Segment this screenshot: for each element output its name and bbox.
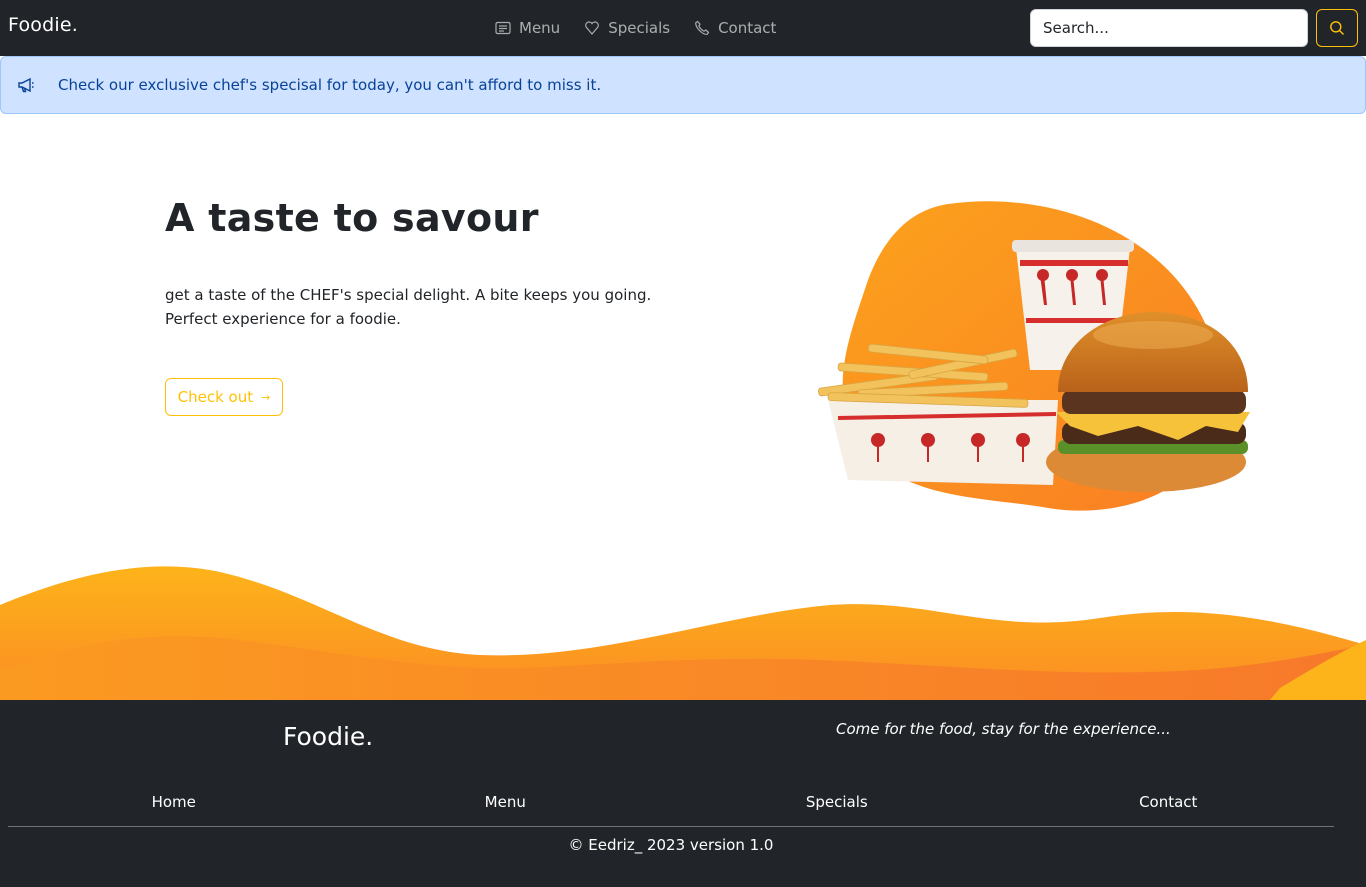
- phone-icon: [695, 20, 710, 35]
- search-icon: [1330, 21, 1344, 35]
- check-out-label: Check out: [177, 388, 254, 406]
- footer-nav: Home Menu Specials Contact: [8, 790, 1334, 827]
- nav-link-specials[interactable]: Specials: [584, 19, 670, 37]
- burger-fries-drink-image: [818, 201, 1250, 511]
- copyright-text: © Eedriz_ 2023 version 1.0: [568, 836, 774, 854]
- decorative-wave: [0, 566, 1366, 700]
- check-out-button[interactable]: Check out →: [165, 378, 283, 416]
- footer-link-specials[interactable]: Specials: [671, 790, 1003, 826]
- hero-description: get a taste of the CHEF's special deligh…: [165, 286, 652, 328]
- footer-link-home[interactable]: Home: [8, 790, 340, 826]
- nav-links: Menu Specials Contact: [495, 0, 800, 56]
- nav-link-menu[interactable]: Menu: [495, 19, 560, 37]
- search-button[interactable]: [1316, 9, 1358, 47]
- search-input[interactable]: [1030, 9, 1308, 47]
- heart-icon: [585, 21, 600, 35]
- arrow-right-icon: →: [261, 390, 271, 404]
- footer-link-menu[interactable]: Menu: [340, 790, 672, 826]
- site-footer: Foodie. Come for the food, stay for the …: [0, 700, 1366, 887]
- footer-brand[interactable]: Foodie.: [283, 722, 373, 751]
- hero-title: A taste to savour: [165, 196, 539, 240]
- nav-link-contact[interactable]: Contact: [694, 19, 776, 37]
- nav-link-menu-label: Menu: [519, 19, 561, 37]
- alert-text: Check our exclusive chef's specisal for …: [58, 76, 602, 94]
- nav-link-specials-label: Specials: [608, 19, 671, 37]
- megaphone-icon: [18, 77, 34, 93]
- menu-list-icon: [495, 21, 511, 35]
- announcement-alert: Check our exclusive chef's specisal for …: [0, 56, 1366, 114]
- footer-tagline: Come for the food, stay for the experien…: [836, 720, 1171, 738]
- footer-link-contact[interactable]: Contact: [1003, 790, 1335, 826]
- brand-logo[interactable]: Foodie.: [8, 14, 78, 36]
- top-navbar: Foodie. Menu Specials Contact: [0, 0, 1366, 56]
- nav-link-contact-label: Contact: [718, 19, 777, 37]
